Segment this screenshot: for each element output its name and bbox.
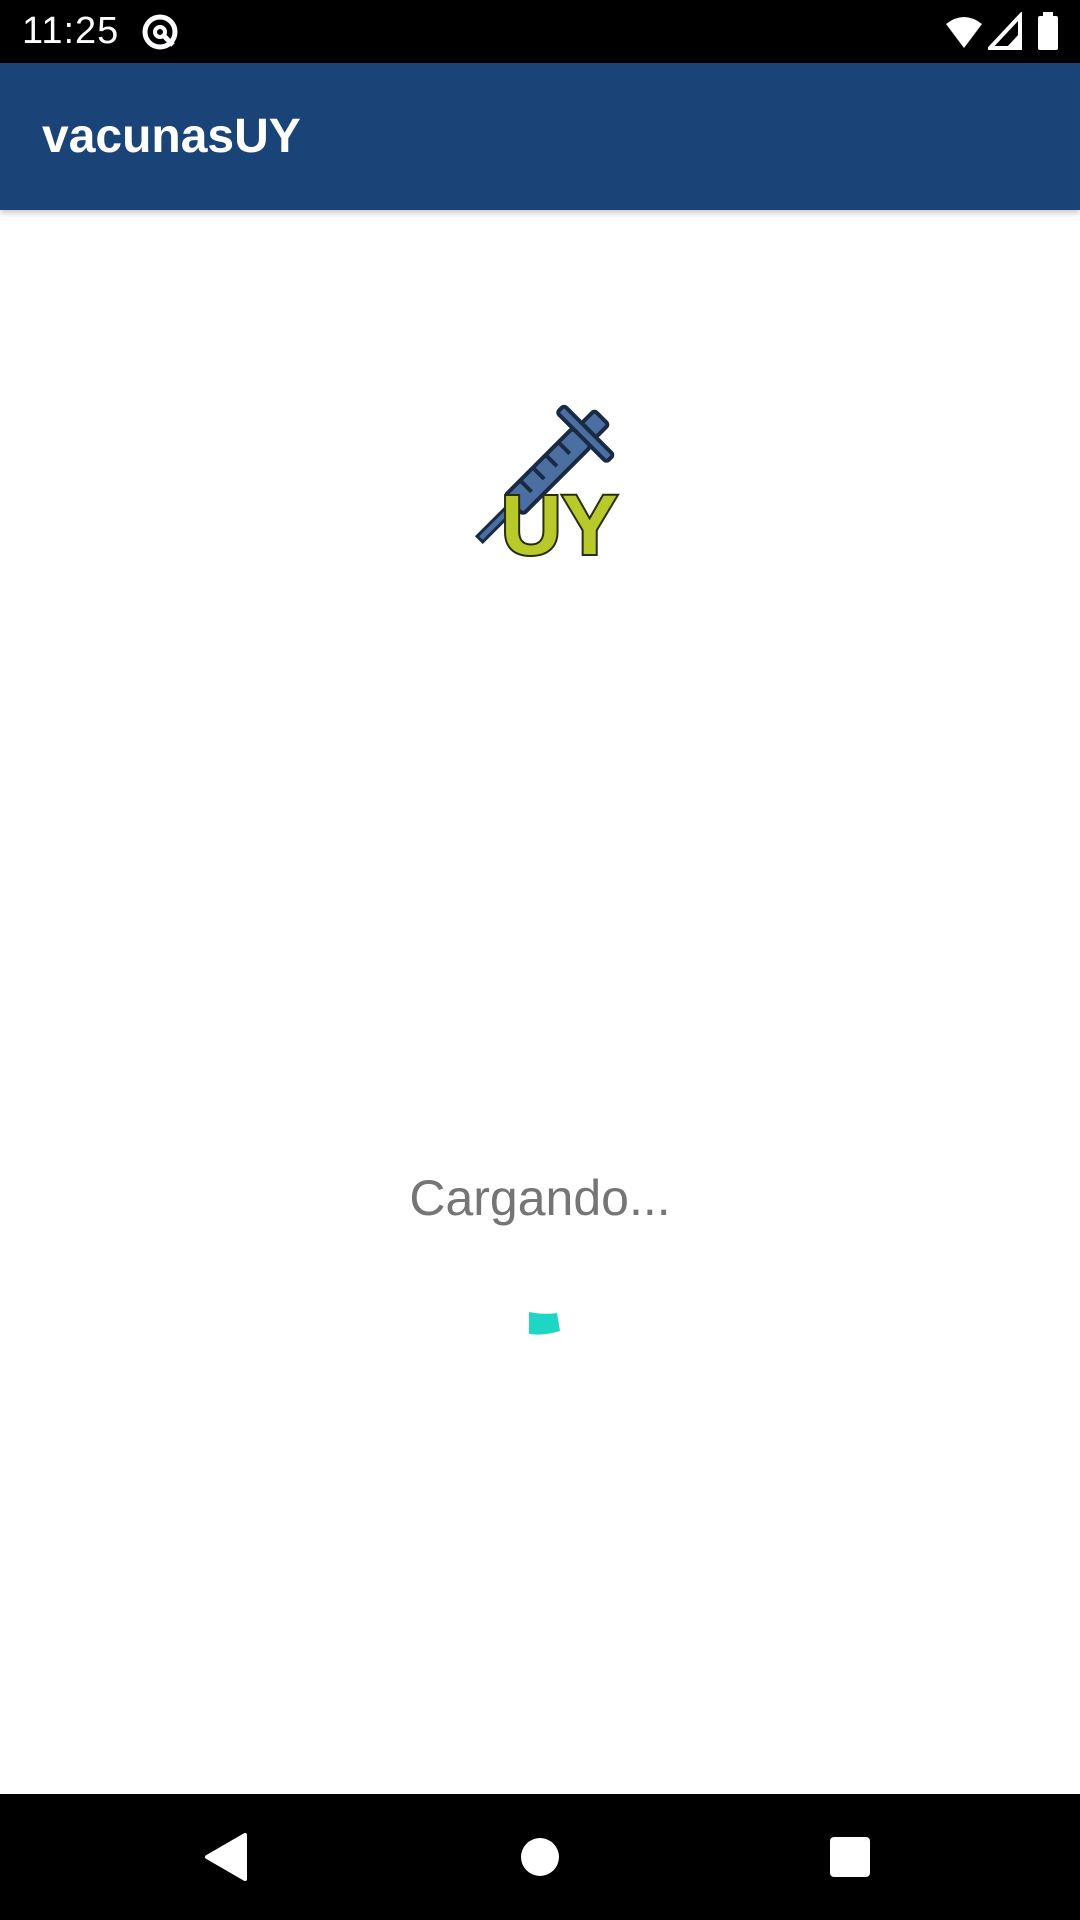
main-content: UY Cargando... (0, 210, 1080, 1794)
loading-spinner (529, 1312, 560, 1335)
battery-icon (1038, 12, 1058, 50)
syringe-uy-logo-icon: UY (474, 404, 620, 574)
home-icon[interactable] (500, 1817, 580, 1897)
do-not-disturb-icon (142, 14, 178, 50)
recents-icon[interactable] (810, 1817, 890, 1897)
status-bar: 11:25 (0, 0, 1080, 63)
wifi-icon (946, 17, 982, 48)
loading-text: Cargando... (409, 1170, 671, 1226)
back-icon[interactable] (185, 1817, 265, 1897)
status-time: 11:25 (22, 10, 120, 52)
screen: 11:25 vacunasUY UY Cargando... (0, 0, 1080, 1920)
cellular-signal-icon (988, 12, 1022, 50)
logo-text: UY (501, 478, 618, 572)
app-bar: vacunasUY (0, 63, 1080, 210)
navigation-bar (0, 1794, 1080, 1920)
app-title: vacunasUY (42, 110, 301, 163)
